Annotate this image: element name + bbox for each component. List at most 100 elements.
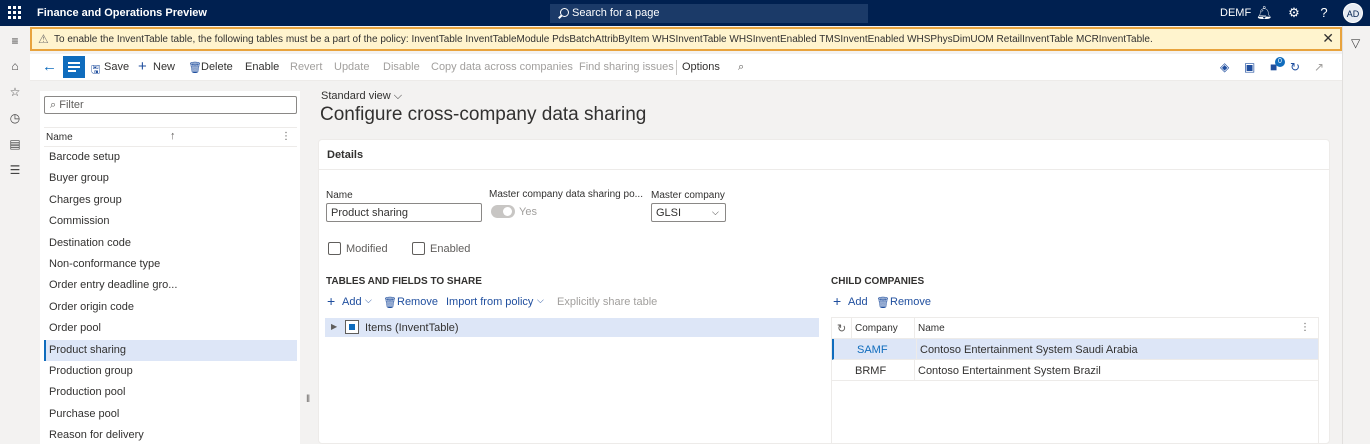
child-companies-grid: ↻ Company Name ⋮ SAMF Contoso Entertainm… [831, 317, 1319, 444]
office-icon[interactable]: ▣ [1244, 60, 1255, 74]
list-item[interactable]: Production pool [44, 382, 297, 403]
explicitly-share-table-button[interactable]: Explicitly share table [557, 296, 657, 308]
list-item[interactable]: Destination code [44, 233, 297, 254]
tables-add-button[interactable]: Add [342, 296, 362, 308]
column-header-name[interactable]: Name [918, 323, 945, 334]
enable-button[interactable]: Enable [245, 61, 279, 73]
search-icon [560, 8, 569, 17]
list-item[interactable]: Reason for delivery [44, 425, 297, 444]
list-item[interactable]: Charges group [44, 190, 297, 211]
close-icon[interactable]: ✕ [1322, 30, 1334, 47]
star-icon[interactable]: ☆ [8, 85, 22, 99]
column-header-name[interactable]: Name [46, 132, 73, 143]
divider [916, 339, 917, 360]
chevron-down-icon[interactable]: ⌵ [365, 295, 372, 306]
diamond-icon[interactable]: ◈ [1220, 60, 1229, 74]
refresh-icon[interactable]: ↻ [1290, 60, 1300, 74]
child-add-button[interactable]: Add [848, 296, 868, 308]
page-title: Configure cross-company data sharing [320, 104, 647, 125]
search-box[interactable]: Search for a page [550, 4, 868, 23]
options-tab[interactable]: Options [682, 61, 720, 73]
search-placeholder: Search for a page [572, 7, 660, 19]
list-item[interactable]: Barcode setup [44, 147, 297, 168]
details-header-label: Details [327, 149, 364, 161]
list-items: Barcode setup Buyer group Charges group Com… [44, 147, 297, 444]
name-cell: Contoso Entertainment System Brazil [918, 365, 1101, 377]
modified-label: Modified [346, 243, 388, 255]
master-policy-toggle[interactable] [491, 205, 515, 218]
search-icon[interactable]: ⌕ [738, 61, 744, 74]
avatar[interactable]: AD [1343, 3, 1363, 23]
chevron-down-icon[interactable]: ⌵ [537, 295, 544, 306]
workspace-icon[interactable]: ▤ [8, 137, 22, 151]
tables-remove-button[interactable]: Remove [397, 296, 438, 308]
home-icon[interactable]: ⌂ [8, 59, 22, 73]
list-item[interactable]: Product sharing [44, 339, 297, 361]
enabled-checkbox[interactable] [412, 242, 425, 255]
help-icon[interactable]: ? [1316, 5, 1332, 21]
revert-button[interactable]: Revert [290, 61, 322, 73]
right-rail: ▽ [1342, 26, 1370, 444]
gear-icon[interactable]: ⚙ [1286, 5, 1302, 21]
import-from-policy-button[interactable]: Import from policy [446, 296, 533, 308]
details-header[interactable]: Details [319, 140, 1329, 170]
column-header-company[interactable]: Company [855, 323, 898, 334]
name-input[interactable]: Product sharing [326, 203, 482, 222]
expand-icon[interactable]: ▶ [331, 322, 337, 331]
clock-icon[interactable]: ◷ [8, 111, 22, 125]
more-icon[interactable]: ⋮ [1300, 322, 1310, 333]
delete-button[interactable]: Delete [201, 61, 233, 73]
modified-checkbox[interactable] [328, 242, 341, 255]
view-selector[interactable]: Standard view ⌵ [321, 90, 402, 103]
name-cell: Contoso Entertainment System Saudi Arabi… [920, 344, 1138, 356]
name-label: Name [326, 190, 353, 201]
table-row[interactable]: BRMF Contoso Entertainment System Brazil [832, 360, 1318, 381]
notification-badge: 0 [1275, 57, 1285, 67]
tree-checkbox[interactable] [345, 320, 359, 334]
company-picker[interactable]: DEMF [1220, 7, 1251, 19]
grid-header: ↻ Company Name ⋮ [832, 318, 1318, 339]
master-company-label: Master company [651, 190, 725, 201]
view-label: Standard view [321, 90, 391, 102]
find-sharing-issues-button[interactable]: Find sharing issues [579, 61, 674, 73]
new-button[interactable]: New [153, 61, 175, 73]
panel-splitter-icon[interactable]: ‖ [306, 394, 310, 405]
company-cell: SAMF [857, 344, 888, 356]
table-row[interactable]: SAMF Contoso Entertainment System Saudi … [832, 339, 1318, 360]
list-item[interactable]: Buyer group [44, 168, 297, 189]
list-item[interactable]: Order pool [44, 318, 297, 339]
warning-banner: ⚠ To enable the InventTable table, the f… [30, 27, 1342, 51]
warning-icon: ⚠ [38, 32, 49, 46]
filter-placeholder: Filter [59, 99, 84, 111]
tables-section-header: TABLES AND FIELDS TO SHARE [326, 276, 482, 287]
modules-icon[interactable]: ☰ [8, 163, 22, 177]
hamburger-icon[interactable]: ≡ [8, 34, 22, 48]
warning-text: To enable the InventTable table, the fol… [54, 34, 1153, 45]
app-launcher-icon[interactable] [8, 6, 22, 20]
back-arrow-icon[interactable]: ← [42, 58, 57, 75]
list-item[interactable]: Commission [44, 211, 297, 232]
filter-input[interactable]: ⌕ Filter [44, 96, 297, 114]
sort-ascending-icon[interactable]: ↑ [170, 130, 176, 142]
more-icon[interactable]: ⋮ [281, 131, 291, 142]
list-item[interactable]: Non-conformance type [44, 254, 297, 275]
tree-row[interactable]: ▶ Items (InventTable) [325, 318, 819, 337]
update-button[interactable]: Update [334, 61, 369, 73]
filter-icon[interactable]: ▽ [1351, 36, 1360, 50]
plus-icon: + [833, 293, 842, 309]
enabled-label: Enabled [430, 243, 471, 255]
list-item[interactable]: Order entry deadline gro... [44, 275, 297, 296]
bell-icon[interactable]: 🔔︎ [1256, 5, 1273, 21]
refresh-icon[interactable]: ↻ [837, 322, 846, 335]
copy-data-button[interactable]: Copy data across companies [431, 61, 573, 73]
list-item[interactable]: Production group [44, 361, 297, 382]
child-remove-button[interactable]: Remove [890, 296, 931, 308]
list-menu-icon[interactable] [63, 56, 85, 78]
disable-button[interactable]: Disable [383, 61, 420, 73]
save-icon: 🖫︎ [91, 64, 101, 76]
open-new-window-icon[interactable]: ↗ [1314, 60, 1324, 74]
list-item[interactable]: Order origin code [44, 297, 297, 318]
list-header: Name ↑ ⋮ [44, 127, 297, 147]
save-button[interactable]: Save [104, 61, 129, 73]
list-item[interactable]: Purchase pool [44, 404, 297, 425]
